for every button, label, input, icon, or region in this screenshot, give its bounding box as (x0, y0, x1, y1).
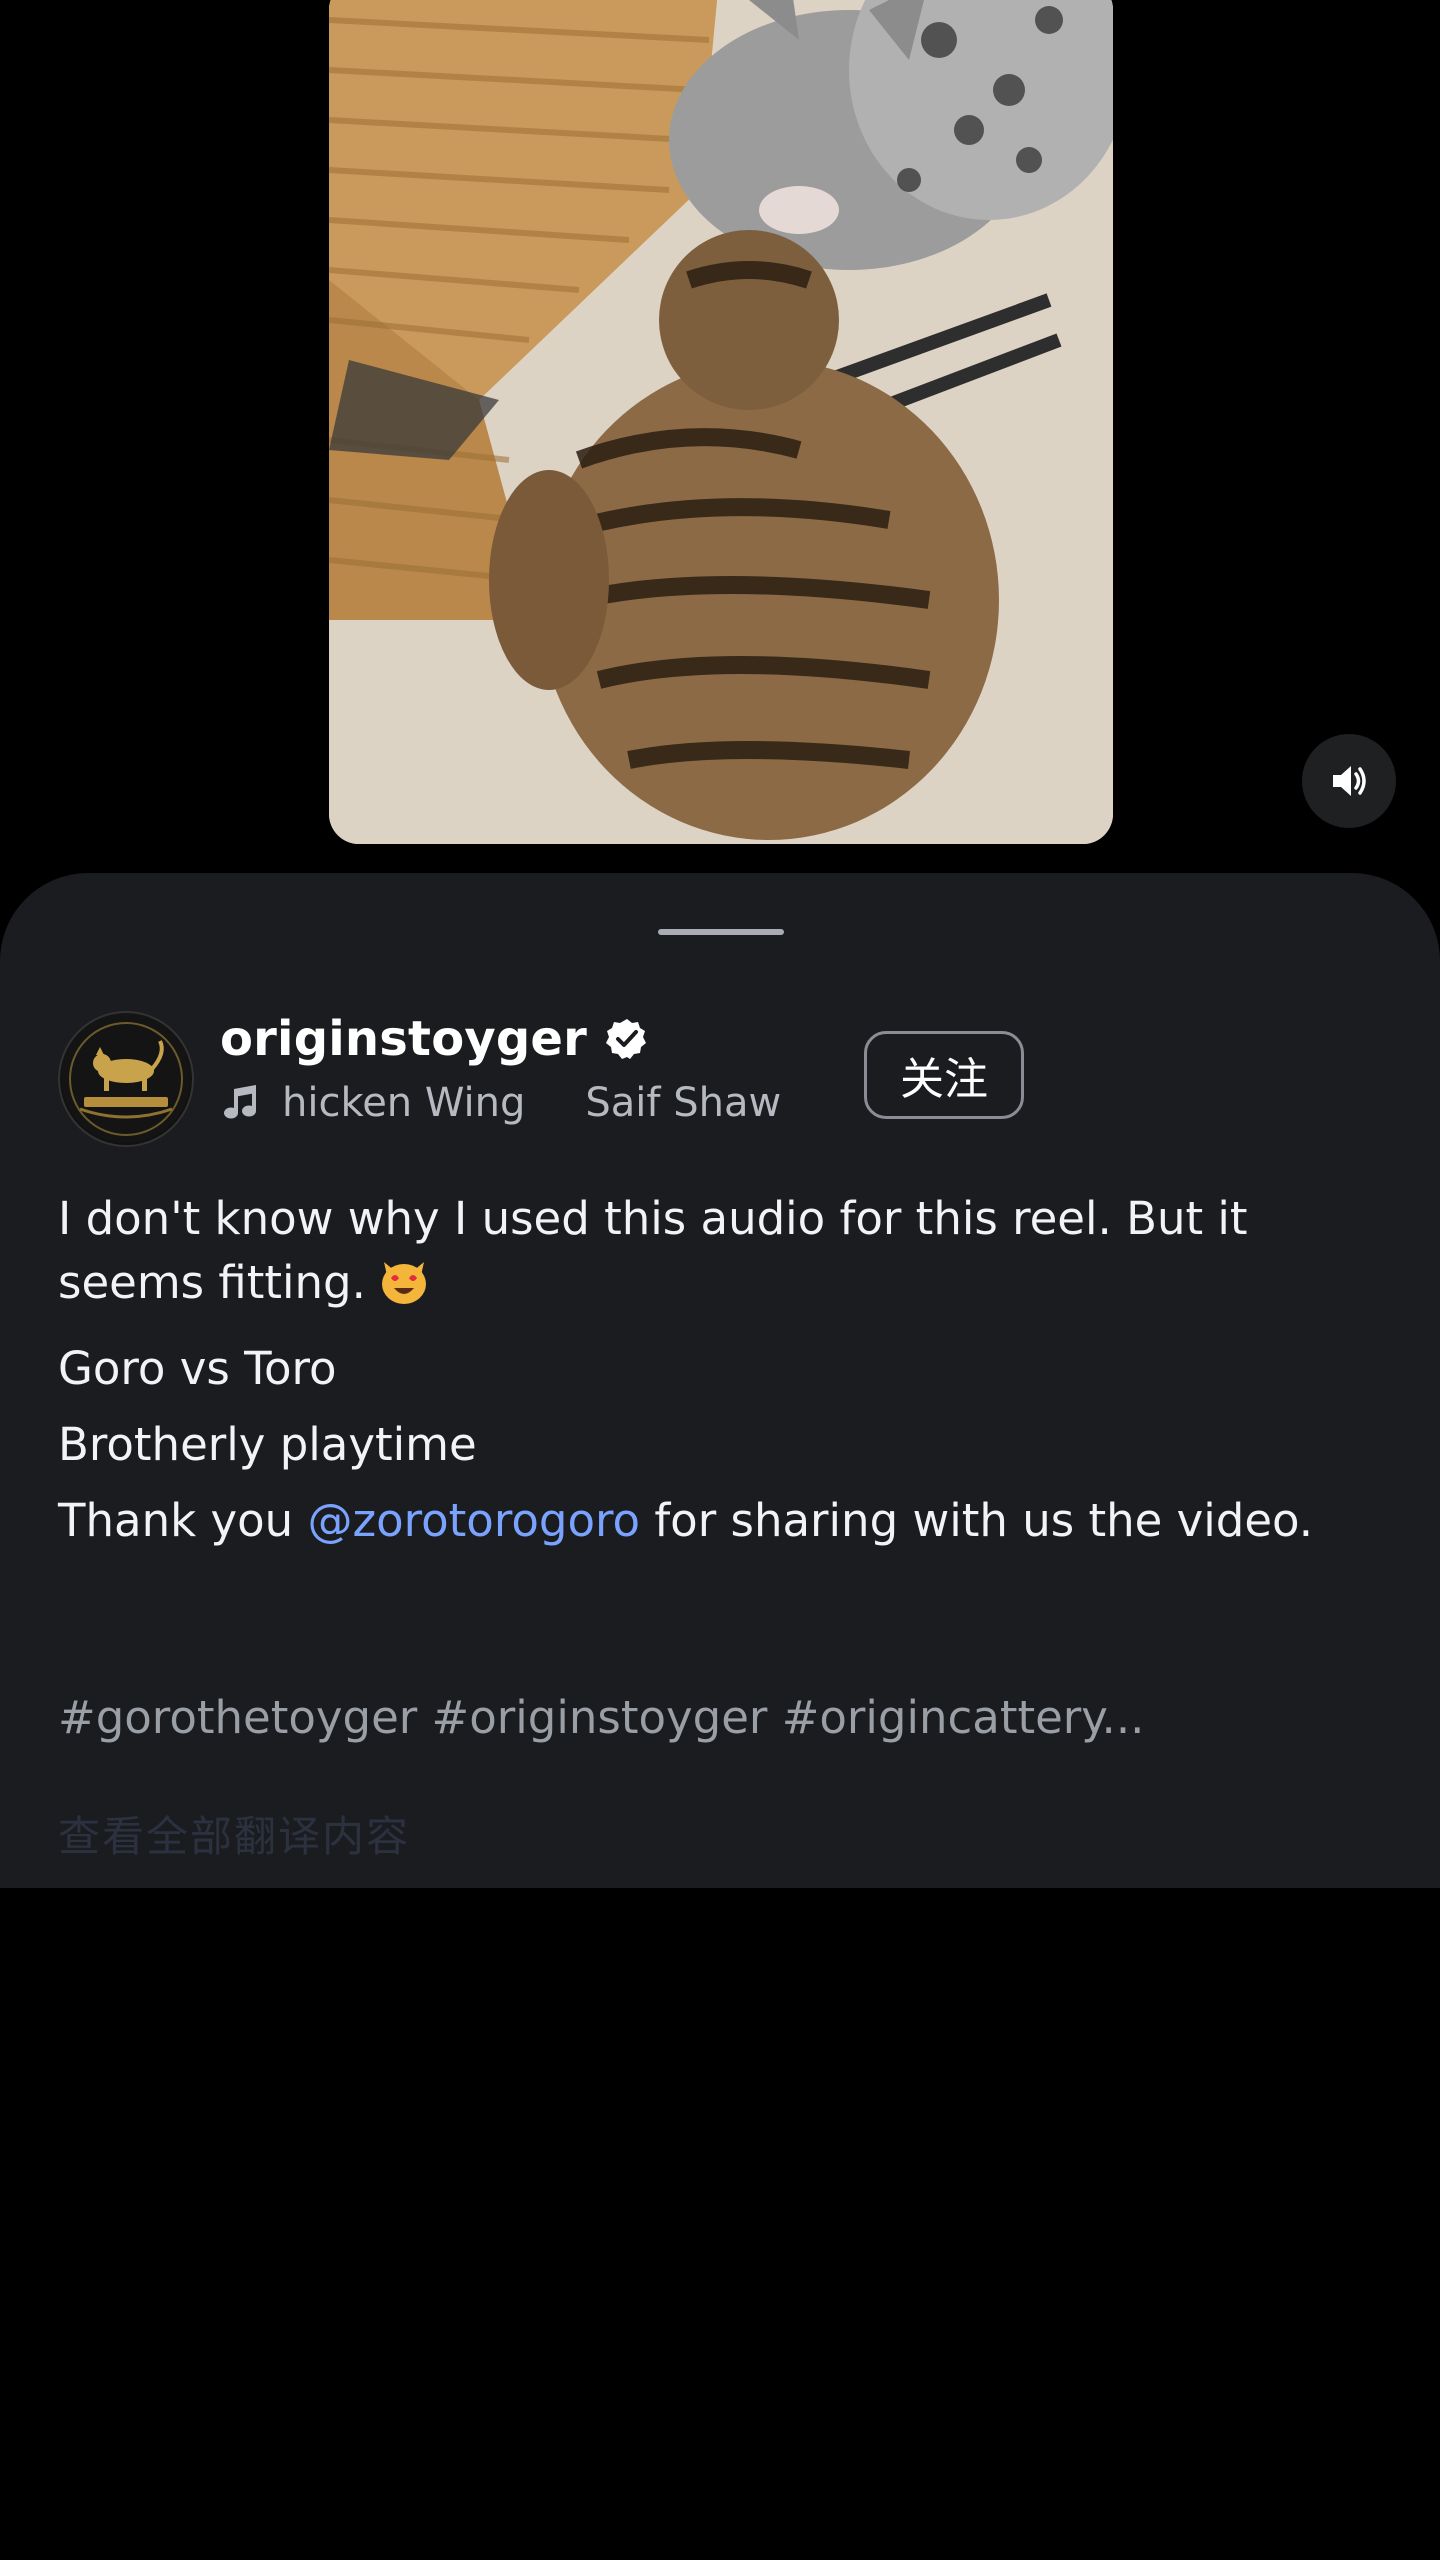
video-frame-illustration (329, 0, 1113, 844)
caption-line: Brotherly playtime (58, 1418, 477, 1471)
post-details-sheet: originstoyger hicken Wing Saif Shaw 关注 I… (0, 873, 1440, 1888)
audio-title: hicken Wing (282, 1080, 526, 1126)
verified-badge-icon (606, 1019, 647, 1059)
reel-video[interactable] (329, 0, 1113, 844)
hashtags[interactable]: #gorothetoyger #originstoyger #origincat… (58, 1691, 1144, 1744)
heart-eyes-cat-emoji-icon (376, 1252, 432, 1325)
post-caption: I don't know why I used this audio for t… (58, 1187, 1388, 1565)
username[interactable]: originstoyger (220, 1011, 587, 1067)
avatar[interactable] (58, 1011, 194, 1147)
see-translation-link[interactable]: 查看全部翻译内容 (58, 1803, 410, 1864)
reel-viewer: originstoyger hicken Wing Saif Shaw 关注 I… (0, 0, 1440, 2560)
caption-text: for sharing with us the video. (640, 1494, 1314, 1547)
volume-icon (1333, 766, 1366, 796)
caption-line: I don't know why I used this audio for t… (58, 1187, 1388, 1325)
mention-link[interactable]: @zorotorogoro (307, 1494, 640, 1547)
caption-text: I don't know why I used this audio for t… (58, 1192, 1248, 1309)
sheet-drag-handle[interactable] (658, 929, 784, 935)
music-note-icon (224, 1085, 256, 1119)
cattery-logo (62, 1015, 190, 1143)
caption-line: Thank you @zorotorogoro for sharing with… (58, 1489, 1388, 1553)
audio-artist: Saif Shaw (585, 1080, 782, 1126)
volume-button[interactable] (1302, 734, 1396, 828)
audio-attribution[interactable]: hicken Wing Saif Shaw (220, 1075, 816, 1131)
follow-button[interactable]: 关注 (864, 1031, 1024, 1119)
caption-line: Goro vs Toro (58, 1342, 337, 1395)
caption-text: Thank you (58, 1494, 308, 1547)
username-row: originstoyger (220, 1009, 649, 1069)
